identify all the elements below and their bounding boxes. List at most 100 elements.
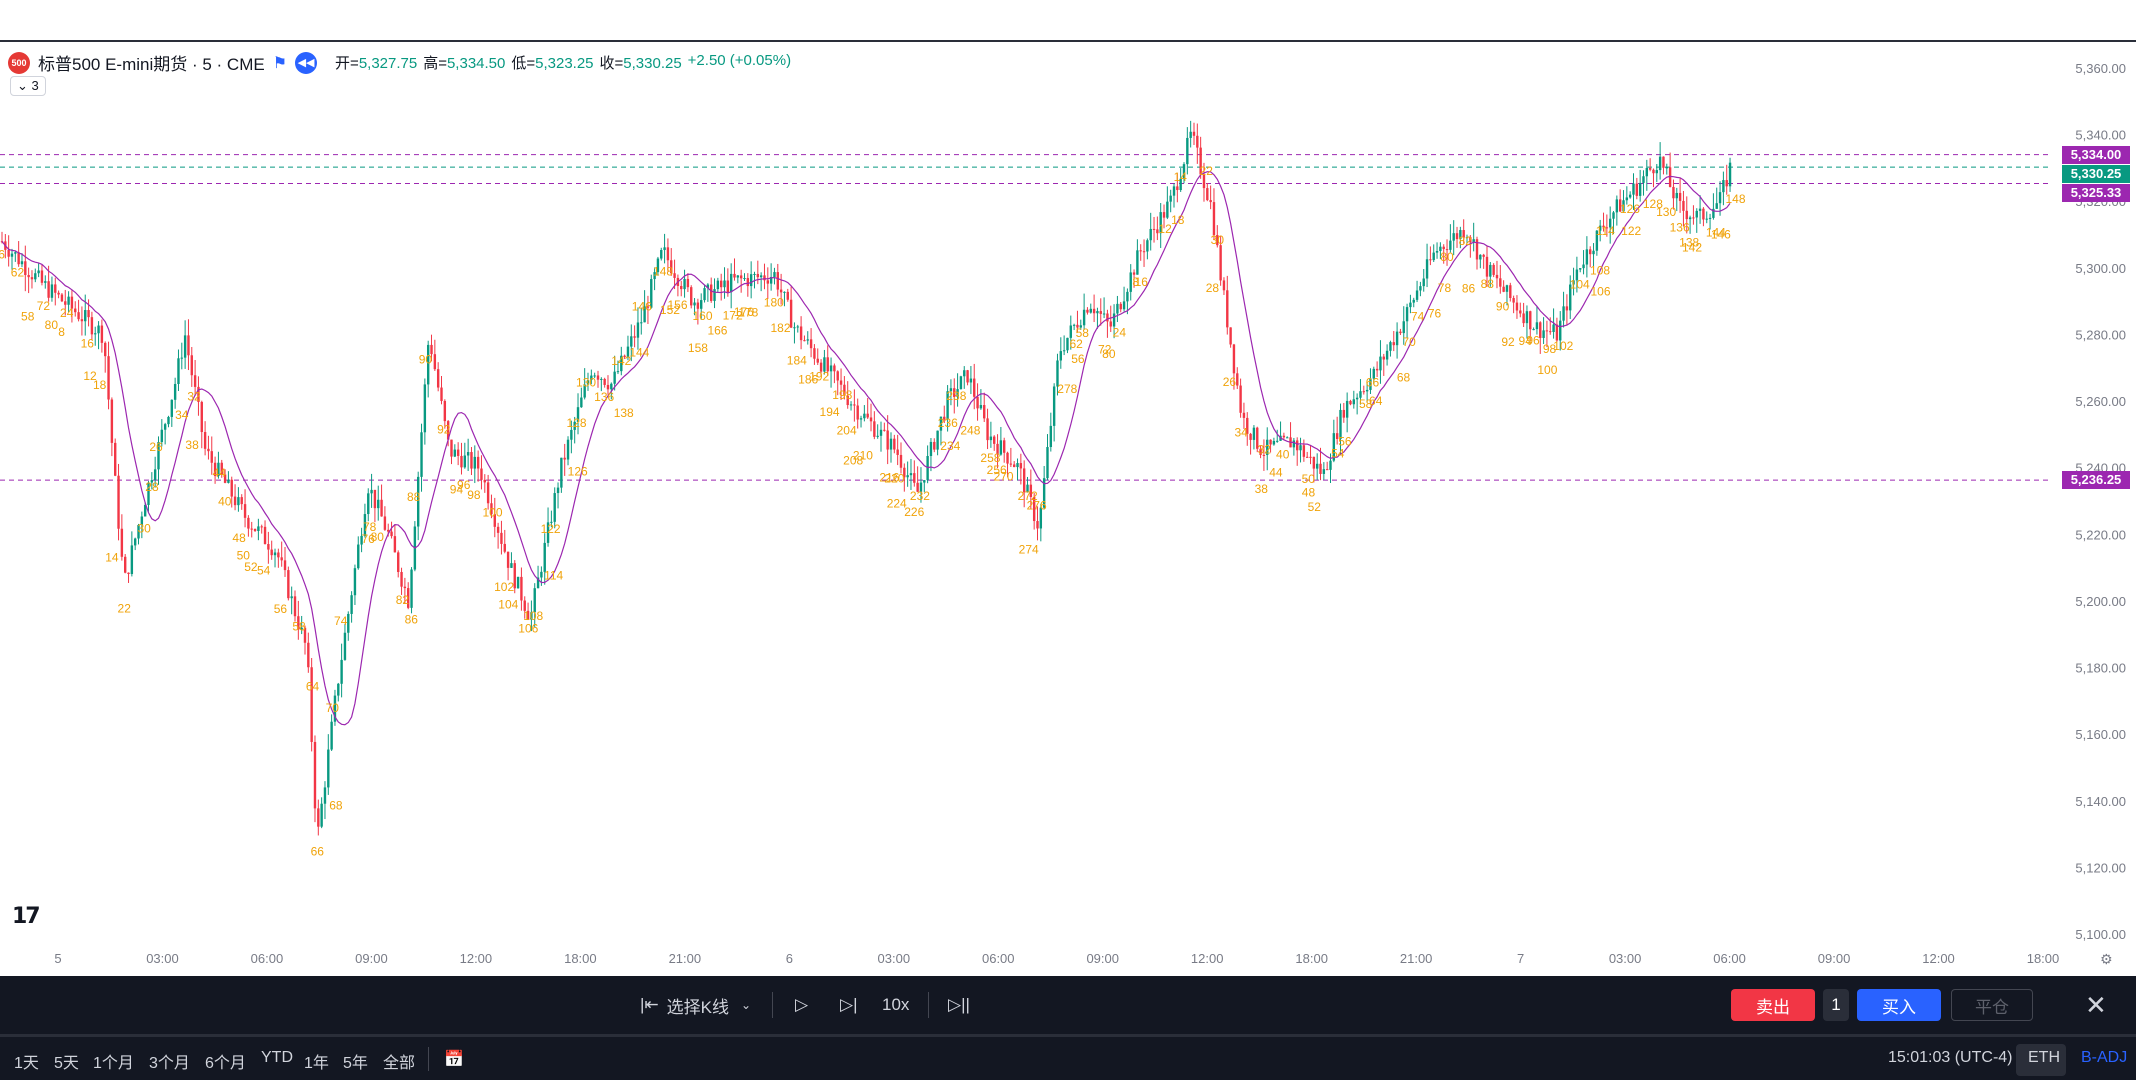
tradingview-logo-icon[interactable]: 17 <box>12 904 41 929</box>
low-value: 5,323.25 <box>535 55 594 72</box>
candle-body <box>686 278 690 288</box>
timeframe-1y[interactable]: 1年 <box>304 1049 329 1073</box>
candle-body <box>640 322 643 324</box>
candle-body <box>1009 463 1013 465</box>
candle-body <box>1392 342 1395 346</box>
candle-body <box>207 448 210 452</box>
candle-body <box>94 333 97 335</box>
footprint-label: 78 <box>1438 281 1452 295</box>
select-bar-button[interactable]: |⇤ 选择K线 ⌄ <box>640 990 751 1020</box>
candle-body <box>1139 250 1142 252</box>
timeframe-3m[interactable]: 3个月 <box>149 1049 190 1073</box>
candle-body <box>463 455 467 468</box>
candle-body <box>613 371 616 384</box>
candle-body <box>50 284 54 298</box>
footprint-label: 156 <box>668 298 688 312</box>
candle-body <box>1252 427 1256 440</box>
clock-time[interactable]: 15:01:03 (UTC-4) <box>1888 1049 2013 1067</box>
candle-body <box>779 289 783 293</box>
candle-body <box>1162 212 1166 218</box>
timeframe-1m[interactable]: 1个月 <box>93 1049 134 1073</box>
close-icon[interactable]: ✕ <box>2085 990 2107 1020</box>
candle-body <box>133 538 137 546</box>
footprint-label: 28 <box>1206 281 1220 295</box>
candle-body <box>1192 131 1196 136</box>
candle-body <box>510 563 513 568</box>
indicator-toggle[interactable]: ⌄ 3 <box>10 76 46 96</box>
candle-body <box>1402 321 1405 334</box>
candle-body <box>1555 324 1559 341</box>
candle-body <box>1059 351 1063 361</box>
candle-body <box>310 667 313 742</box>
candle-body <box>1652 169 1655 174</box>
flag-icon[interactable]: ⚑ <box>273 53 287 73</box>
candle-body <box>470 452 473 469</box>
candle-body <box>453 449 457 457</box>
eth-toggle[interactable]: ETH <box>2028 1049 2060 1067</box>
candle-body <box>1489 264 1492 277</box>
quantity-field[interactable]: 1 <box>1823 989 1849 1021</box>
candle-body <box>473 456 476 469</box>
candle-body <box>423 384 427 433</box>
candle-body <box>307 642 310 668</box>
candle-body <box>773 272 776 277</box>
adjustment-toggle[interactable]: B-ADJ <box>2081 1049 2127 1067</box>
play-icon[interactable]: ▷ <box>795 990 808 1020</box>
calendar-icon[interactable]: 📅 <box>444 1049 464 1069</box>
footprint-label: 68 <box>329 799 343 813</box>
footprint-label: 226 <box>904 505 924 519</box>
candle-body <box>64 301 67 305</box>
candle-body <box>516 576 520 589</box>
footprint-label: 148 <box>653 265 673 279</box>
timeframe-ytd[interactable]: YTD <box>261 1049 293 1067</box>
candle-body <box>1615 199 1619 213</box>
footprint-label: 274 <box>1019 542 1039 556</box>
candle-body <box>163 424 167 430</box>
timeframe-5y[interactable]: 5年 <box>343 1049 368 1073</box>
candle-body <box>923 480 926 483</box>
footprint-label: 210 <box>853 448 873 462</box>
buy-button[interactable]: 买入 <box>1857 989 1941 1021</box>
footprint-label: 82 <box>1459 234 1473 248</box>
timeframe-all[interactable]: 全部 <box>383 1049 415 1073</box>
candle-body <box>1525 311 1529 324</box>
replay-rewind-icon[interactable]: ◀◀ <box>295 51 318 74</box>
candle-body <box>863 413 866 419</box>
sell-button[interactable]: 卖出 <box>1731 989 1815 1021</box>
footprint-label: 278 <box>1057 382 1077 396</box>
footprint-label: 24 <box>1113 325 1127 339</box>
candle-body <box>1612 212 1615 219</box>
speed-button[interactable]: 10x <box>882 990 909 1020</box>
timeframe-1d[interactable]: 1天 <box>14 1049 39 1073</box>
close-position-button[interactable]: 平仓 <box>1951 989 2033 1021</box>
footprint-label: 144 <box>629 345 649 359</box>
candle-body <box>1425 259 1429 279</box>
step-forward-icon[interactable]: ▷| <box>840 990 858 1020</box>
footprint-label: 180 <box>764 296 784 310</box>
candle-body <box>280 557 283 561</box>
footprint-label: 22 <box>118 601 132 615</box>
candle-body <box>1395 331 1399 346</box>
candle-body <box>1119 303 1122 310</box>
candle-body <box>1349 400 1352 405</box>
candle-body <box>666 247 670 261</box>
chart-area[interactable]: 5,360.00 5,340.00 5,320.00 5,300.00 5,280.00… <box>0 42 2136 976</box>
candle-body <box>1066 337 1069 351</box>
candle-body <box>14 252 17 254</box>
axis-settings-icon: ⚙ <box>2100 951 2113 967</box>
timeframe-5d[interactable]: 5天 <box>54 1049 79 1073</box>
price-chart[interactable]: 5,360.005,340.005,320.005,300.005,280.00… <box>0 42 2136 976</box>
candle-body <box>849 404 853 406</box>
candle-body <box>693 302 696 306</box>
price-tag: 5,334.00 <box>2062 145 2130 164</box>
timeframe-6m[interactable]: 6个月 <box>205 1049 246 1073</box>
candle-body <box>1012 464 1016 468</box>
candle-body <box>1312 456 1316 469</box>
candle-body <box>1449 240 1452 250</box>
jump-to-realtime-icon[interactable]: ▷|| <box>948 990 970 1020</box>
candle-body <box>1172 186 1176 196</box>
candle-body <box>506 551 510 568</box>
candle-body <box>203 432 207 449</box>
candle-body <box>250 528 253 530</box>
symbol-title[interactable]: 标普500 E-mini期货 · 5 · CME <box>38 50 265 75</box>
